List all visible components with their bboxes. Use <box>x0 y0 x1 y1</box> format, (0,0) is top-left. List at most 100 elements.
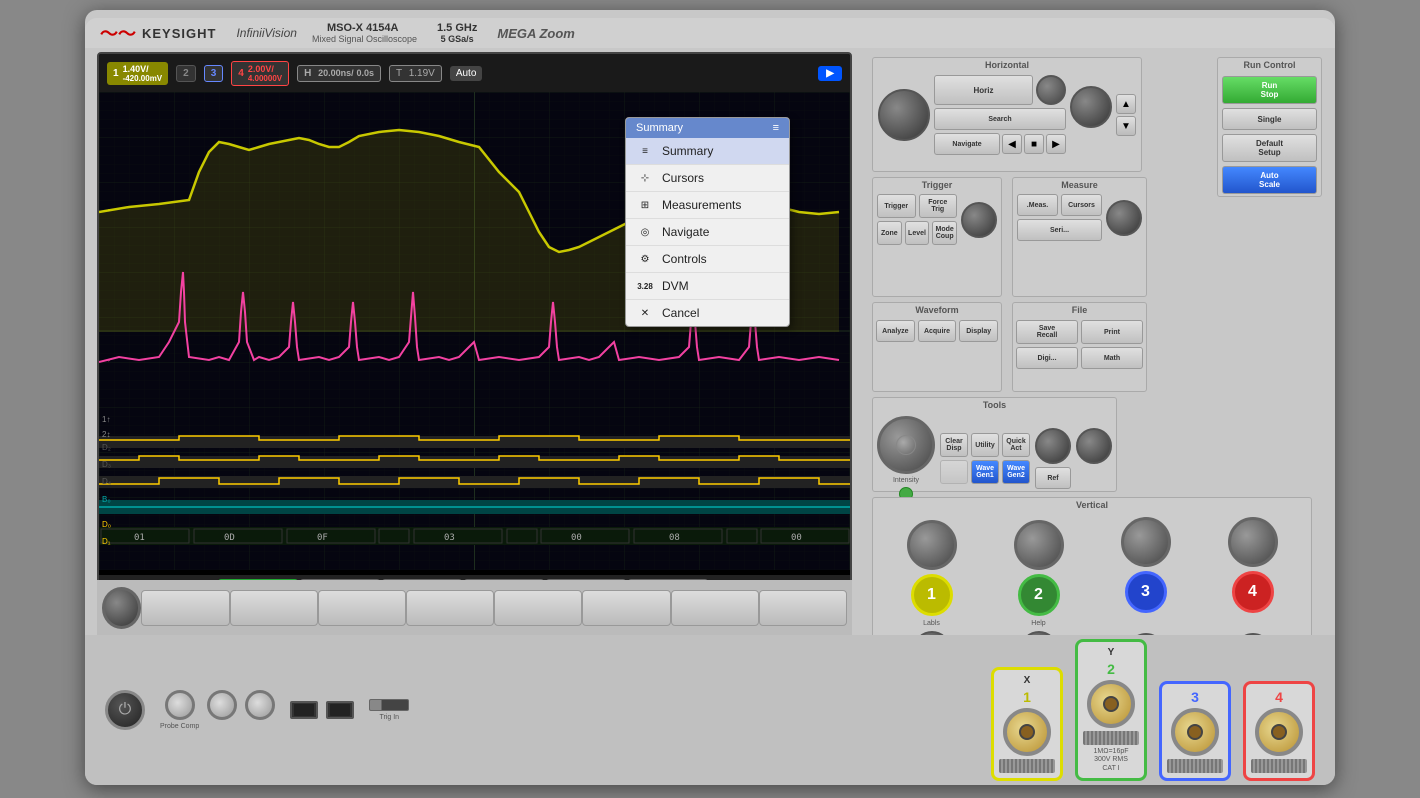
acquire-button[interactable]: Acquire <box>918 320 957 342</box>
ch4-badge[interactable]: 4 2.00V/ 4.00000V <box>231 61 289 86</box>
softkey-8[interactable] <box>759 590 847 626</box>
ch2-scale-knob[interactable] <box>1014 520 1064 570</box>
ch1-bnc[interactable] <box>1003 708 1051 756</box>
display-button[interactable]: Display <box>959 320 998 342</box>
intensity-knob-inner <box>896 435 916 455</box>
svg-text:00: 00 <box>791 533 802 543</box>
h-time: 20.00ns/ <box>318 68 354 78</box>
usb-port-1[interactable] <box>290 701 318 719</box>
ch1-channel-button[interactable]: 1 <box>911 574 953 616</box>
seri-button[interactable]: Seri... <box>1017 219 1102 241</box>
nav-prev-button[interactable]: ◀ <box>1002 134 1022 154</box>
vert-up-button[interactable]: ▲ <box>1116 94 1136 114</box>
ch2-badge[interactable]: 2 <box>176 65 196 82</box>
dropdown-item-controls[interactable]: ⚙ Controls <box>626 246 789 273</box>
softkey-4[interactable] <box>406 590 494 626</box>
ch3-bnc[interactable] <box>1171 708 1219 756</box>
horizontal-scale-knob[interactable] <box>1070 86 1112 128</box>
zoom-knob[interactable] <box>1036 75 1066 105</box>
trigger-title: Trigger <box>873 178 1001 192</box>
run-control-section: Run Control RunStop Single DefaultSetup … <box>1217 57 1322 197</box>
ch1-scale-knob[interactable] <box>907 520 957 570</box>
svg-text:0F: 0F <box>317 533 328 543</box>
ch4-bnc[interactable] <box>1255 708 1303 756</box>
ch4-scale-knob[interactable] <box>1228 517 1278 567</box>
svg-text:D₄: D₄ <box>102 477 111 486</box>
dropdown-item-cursors[interactable]: ⊹ Cursors <box>626 165 789 192</box>
dropdown-item-navigate[interactable]: ◎ Navigate <box>626 219 789 246</box>
single-button[interactable]: Single <box>1222 108 1317 130</box>
vert-nav-arrows: ▲ ▼ <box>1116 94 1136 136</box>
t-badge[interactable]: T 1.19V <box>389 65 442 82</box>
trigger-level-knob[interactable] <box>961 202 997 238</box>
ch3-badge[interactable]: 3 <box>204 65 224 82</box>
menu-back-button[interactable] <box>102 587 141 629</box>
ch3-scale-knob[interactable] <box>1121 517 1171 567</box>
measure-knob[interactable] <box>1106 200 1142 236</box>
auto-scale-button[interactable]: AutoScale <box>1222 166 1317 194</box>
utility-button[interactable]: Utility <box>971 433 999 457</box>
search-button[interactable]: Search <box>934 108 1066 130</box>
ch4-channel-button[interactable]: 4 <box>1232 571 1274 613</box>
level-button[interactable]: Level <box>905 221 930 245</box>
file-title: File <box>1013 303 1146 317</box>
waveform-grid: 01 0D 0F 03 00 08 00 D₀ D₁ D₂ <box>99 92 850 570</box>
math-button[interactable]: Math <box>1081 347 1143 369</box>
softkey-1[interactable] <box>141 590 229 626</box>
power-button[interactable]: ⏻ <box>105 690 145 730</box>
ch2-connector-label: 2 <box>1107 661 1115 677</box>
wave-gen1-button[interactable]: WaveGen1 <box>971 460 999 484</box>
softkey-6[interactable] <box>582 590 670 626</box>
horiz-button[interactable]: Horiz <box>934 75 1033 105</box>
dropdown-item-measurements[interactable]: ⊞ Measurements <box>626 192 789 219</box>
measure-title: Measure <box>1013 178 1146 192</box>
nav-next-button[interactable]: ▶ <box>1046 134 1066 154</box>
vert-down-button[interactable]: ▼ <box>1116 116 1136 136</box>
ref-button[interactable]: Ref <box>1035 467 1071 489</box>
tools-title: Tools <box>873 398 1116 412</box>
run-stop-button[interactable]: RunStop <box>1222 76 1317 104</box>
zone-button[interactable]: Zone <box>877 221 902 245</box>
save-recall-button[interactable]: SaveRecall <box>1016 320 1078 344</box>
wave-gen2-button[interactable]: WaveGen2 <box>1002 460 1030 484</box>
tools-knob-1[interactable] <box>1035 428 1071 464</box>
dropdown-item-summary[interactable]: ≡ Summary <box>626 138 789 165</box>
cursors-button[interactable]: Cursors <box>1061 194 1102 216</box>
print-button[interactable]: Print <box>1081 320 1143 344</box>
analyze-button[interactable]: Analyze <box>876 320 915 342</box>
trigger-button[interactable]: Trigger <box>877 194 916 218</box>
front-panel: ⏻ Probe Comp Trig In <box>85 635 1335 785</box>
ch1-badge[interactable]: 1 1.40V/ -420.00mV <box>107 62 168 85</box>
ch2-bnc[interactable] <box>1087 680 1135 728</box>
horizontal-position-knob[interactable] <box>878 89 930 141</box>
softkey-5[interactable] <box>494 590 582 626</box>
ch2-channel-button[interactable]: 2 <box>1018 574 1060 616</box>
keysight-logo-icon: 〜〜 <box>100 20 136 46</box>
help-button[interactable]: Help <box>1031 620 1045 627</box>
dropdown-item-cancel[interactable]: ✕ Cancel <box>626 300 789 326</box>
model-block: MSO-X 4154A Mixed Signal Oscilloscope <box>312 22 417 44</box>
horizontal-title: Horizontal <box>873 58 1141 72</box>
y-label: Y <box>1108 647 1115 658</box>
softkey-7[interactable] <box>671 590 759 626</box>
labels-button[interactable]: Labls <box>923 620 940 627</box>
quick-action-button[interactable]: QuickAct <box>1002 433 1030 457</box>
navigate-button[interactable]: Navigate <box>934 133 1000 155</box>
softkey-2[interactable] <box>230 590 318 626</box>
meas-button[interactable]: .Meas. <box>1017 194 1058 216</box>
default-setup-button[interactable]: DefaultSetup <box>1222 134 1317 162</box>
model-name: MSO-X 4154A <box>327 22 417 34</box>
usb-port-2[interactable] <box>326 701 354 719</box>
dropdown-item-dvm[interactable]: 3.28 DVM <box>626 273 789 300</box>
clear-display-button[interactable]: ClearDisp <box>940 433 968 457</box>
softkey-3[interactable] <box>318 590 406 626</box>
intensity-knob[interactable] <box>877 416 935 474</box>
svg-text:→: → <box>102 354 112 365</box>
tools-knob-2[interactable] <box>1076 428 1112 464</box>
force-trigger-button[interactable]: ForceTrig <box>919 194 958 218</box>
ch3-channel-button[interactable]: 3 <box>1125 571 1167 613</box>
digi-button[interactable]: Digi... <box>1016 347 1078 369</box>
h-badge[interactable]: H 20.00ns/ 0.0s <box>297 65 381 82</box>
mode-coupling-button[interactable]: ModeCoup <box>932 221 957 245</box>
nav-stop-button[interactable]: ■ <box>1024 134 1044 154</box>
